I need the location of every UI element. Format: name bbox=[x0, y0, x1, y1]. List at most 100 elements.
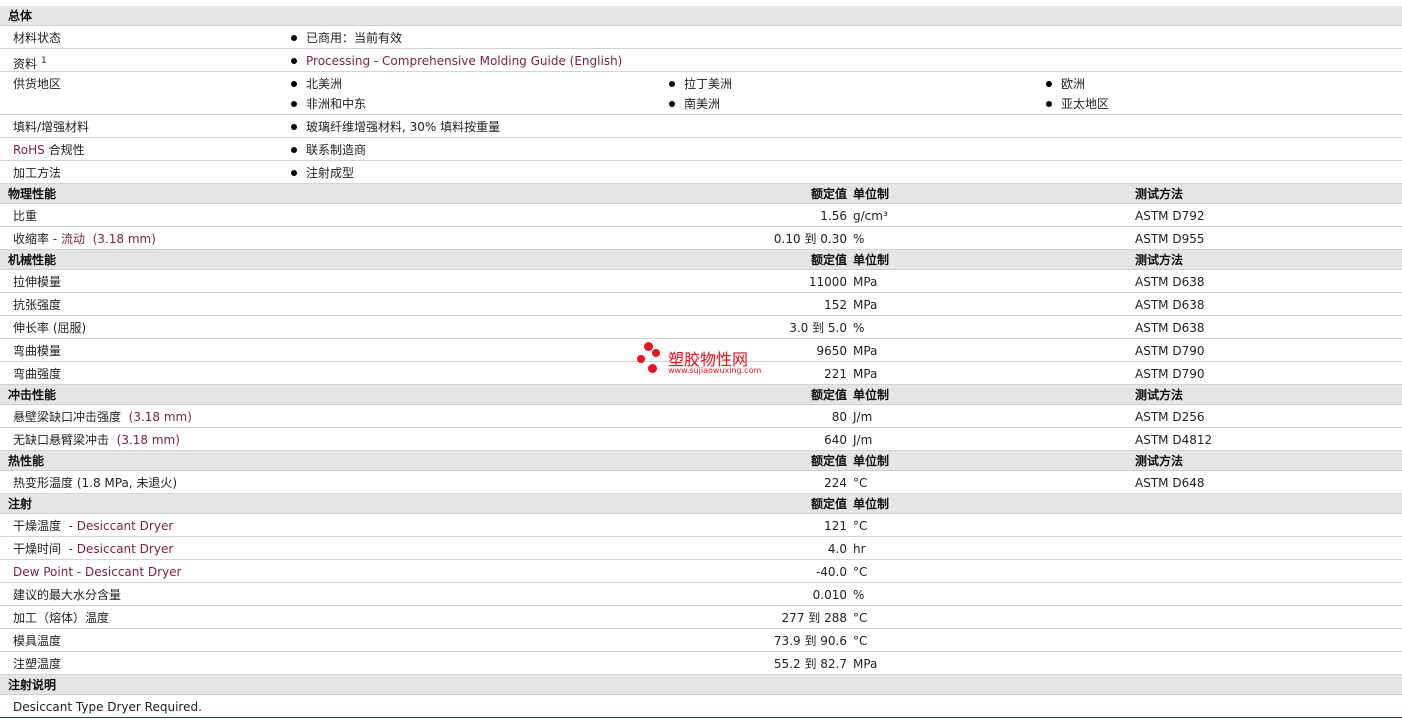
test-method: ASTM D256 bbox=[1135, 410, 1205, 424]
section-title: 机械性能 bbox=[8, 253, 57, 267]
section-header-general: 总体 bbox=[0, 6, 1402, 26]
property-row: 注塑温度 55.2 到 82.7 MPa bbox=[0, 652, 1402, 675]
rohs-link[interactable]: RoHS bbox=[13, 143, 45, 157]
property-value: 1.56 bbox=[820, 209, 847, 223]
test-method: ASTM D792 bbox=[1135, 209, 1205, 223]
property-label: 无缺口悬臂梁冲击 (3.18 mm) bbox=[13, 433, 180, 447]
footnote-marker[interactable]: 1 bbox=[41, 56, 47, 66]
property-label: 建议的最大水分含量 bbox=[13, 588, 122, 602]
property-label: 弯曲模量 bbox=[13, 344, 62, 358]
list-item: 欧洲 bbox=[1045, 77, 1085, 91]
property-label: 模具温度 bbox=[13, 634, 62, 648]
property-unit: % bbox=[853, 232, 865, 246]
property-label: 热变形温度 (1.8 MPa, 未退火) bbox=[13, 476, 178, 490]
property-unit: °C bbox=[853, 565, 868, 579]
property-row: 拉伸模量 11000 MPa ASTM D638 bbox=[0, 270, 1402, 293]
property-row: Dew Point - Desiccant Dryer -40.0 °C bbox=[0, 560, 1402, 583]
row-label: 资料 1 bbox=[13, 56, 47, 71]
section-header: 注射 额定值 单位制 bbox=[0, 494, 1402, 514]
property-unit: hr bbox=[853, 542, 866, 556]
property-label: 比重 bbox=[13, 209, 38, 223]
property-value: 224 bbox=[824, 476, 847, 490]
section-title: 总体 bbox=[8, 9, 33, 23]
property-value: 277 到 288 bbox=[781, 611, 847, 625]
column-header-value: 额定值 bbox=[810, 253, 847, 267]
section-title: 注射 bbox=[8, 497, 33, 511]
property-value: 152 bbox=[824, 298, 847, 312]
property-row: 加工（熔体）温度 277 到 288 °C bbox=[0, 606, 1402, 629]
property-condition: (3.18 mm) bbox=[121, 410, 192, 424]
property-label: 加工（熔体）温度 bbox=[13, 611, 110, 625]
property-value: -40.0 bbox=[815, 565, 847, 579]
property-row: 热变形温度 (1.8 MPa, 未退火) 224 °C ASTM D648 bbox=[0, 471, 1402, 494]
property-value: 9650 bbox=[816, 344, 847, 358]
section-header: 热性能 额定值 单位制 测试方法 bbox=[0, 451, 1402, 471]
notes-row: Desiccant Type Dryer Required. bbox=[0, 695, 1402, 718]
general-row: RoHS 合规性 联系制造商 bbox=[0, 138, 1402, 161]
property-value: 80 bbox=[831, 410, 847, 424]
property-row: 无缺口悬臂梁冲击 (3.18 mm) 640 J/m ASTM D4812 bbox=[0, 428, 1402, 451]
property-row: 建议的最大水分含量 0.010% bbox=[0, 583, 1402, 606]
property-unit: J/m bbox=[853, 433, 873, 447]
section-title: 冲击性能 bbox=[8, 388, 57, 402]
list-item: 非洲和中东 bbox=[290, 97, 366, 111]
property-row: 比重 1.56 g/cm³ ASTM D792 bbox=[0, 204, 1402, 227]
test-method: ASTM D955 bbox=[1135, 232, 1205, 246]
property-label: 抗张强度 bbox=[13, 298, 62, 312]
section-title: 物理性能 bbox=[8, 187, 57, 201]
list-item: 玻璃纤维增强材料, 30% 填料按重量 bbox=[290, 120, 500, 134]
property-row: 伸长率 (屈服) 3.0 到 5.0% ASTM D638 bbox=[0, 316, 1402, 339]
column-header-value: 额定值 bbox=[810, 187, 847, 201]
general-row: 供货地区 北美洲 拉丁美洲 欧洲 非洲和中东 南美洲 亚太地区 bbox=[0, 72, 1402, 115]
row-label: RoHS 合规性 bbox=[13, 143, 85, 157]
property-value: 640 bbox=[824, 433, 847, 447]
section-title: 热性能 bbox=[8, 454, 45, 468]
column-header-method: 测试方法 bbox=[1135, 454, 1184, 468]
property-value: 0.10 到 0.30 bbox=[773, 232, 847, 246]
property-row: 弯曲模量 9650 MPa ASTM D790 bbox=[0, 339, 1402, 362]
property-label: 弯曲强度 bbox=[13, 367, 62, 381]
test-method: ASTM D790 bbox=[1135, 344, 1205, 358]
property-value: 4.0 bbox=[827, 542, 847, 556]
section-header: 冲击性能 额定值 单位制 测试方法 bbox=[0, 385, 1402, 405]
column-header-value: 额定值 bbox=[810, 454, 847, 468]
property-label: 干燥时间 - Desiccant Dryer bbox=[13, 542, 174, 556]
list-item: 注射成型 bbox=[290, 166, 354, 180]
list-item: 拉丁美洲 bbox=[668, 77, 732, 91]
general-row: 材料状态 已商用：当前有效 bbox=[0, 26, 1402, 49]
test-method: ASTM D638 bbox=[1135, 275, 1205, 289]
property-unit: % bbox=[853, 588, 865, 602]
property-unit: g/cm³ bbox=[853, 209, 888, 223]
column-header-unit: 单位制 bbox=[853, 388, 890, 402]
list-item: 联系制造商 bbox=[290, 143, 366, 157]
column-header-value: 额定值 bbox=[810, 388, 847, 402]
document-link[interactable]: Processing - Comprehensive Molding Guide… bbox=[290, 54, 622, 68]
property-unit: J/m bbox=[853, 410, 873, 424]
column-header-method: 测试方法 bbox=[1135, 187, 1184, 201]
row-label: 加工方法 bbox=[13, 166, 62, 180]
property-condition: (3.18 mm) bbox=[109, 433, 180, 447]
property-condition: - 流动 (3.18 mm) bbox=[49, 232, 156, 246]
property-unit: MPa bbox=[853, 275, 878, 289]
list-item: 已商用：当前有效 bbox=[290, 31, 402, 45]
property-value: 73.9 到 90.6 bbox=[773, 634, 847, 648]
general-row: 填料/增强材料 玻璃纤维增强材料, 30% 填料按重量 bbox=[0, 115, 1402, 138]
property-condition: - Desiccant Dryer bbox=[61, 542, 174, 556]
property-unit: MPa bbox=[853, 657, 878, 671]
property-label: 干燥温度 - Desiccant Dryer bbox=[13, 519, 174, 533]
property-label: 收缩率 - 流动 (3.18 mm) bbox=[13, 232, 156, 246]
test-method: ASTM D4812 bbox=[1135, 433, 1213, 447]
column-header-unit: 单位制 bbox=[853, 187, 890, 201]
property-row: 悬壁梁缺口冲击强度 (3.18 mm) 80 J/m ASTM D256 bbox=[0, 405, 1402, 428]
property-unit: MPa bbox=[853, 298, 878, 312]
list-item: 北美洲 bbox=[290, 77, 342, 91]
column-header-unit: 单位制 bbox=[853, 497, 890, 511]
property-value: 11000 bbox=[808, 275, 847, 289]
property-value: 3.0 到 5.0 bbox=[789, 321, 847, 335]
property-unit: °C bbox=[853, 476, 868, 490]
property-label: 注塑温度 bbox=[13, 657, 62, 671]
property-unit: °C bbox=[853, 611, 868, 625]
list-item: 南美洲 bbox=[668, 97, 720, 111]
property-label: Dew Point - Desiccant Dryer bbox=[13, 565, 182, 579]
property-unit: % bbox=[853, 321, 865, 335]
